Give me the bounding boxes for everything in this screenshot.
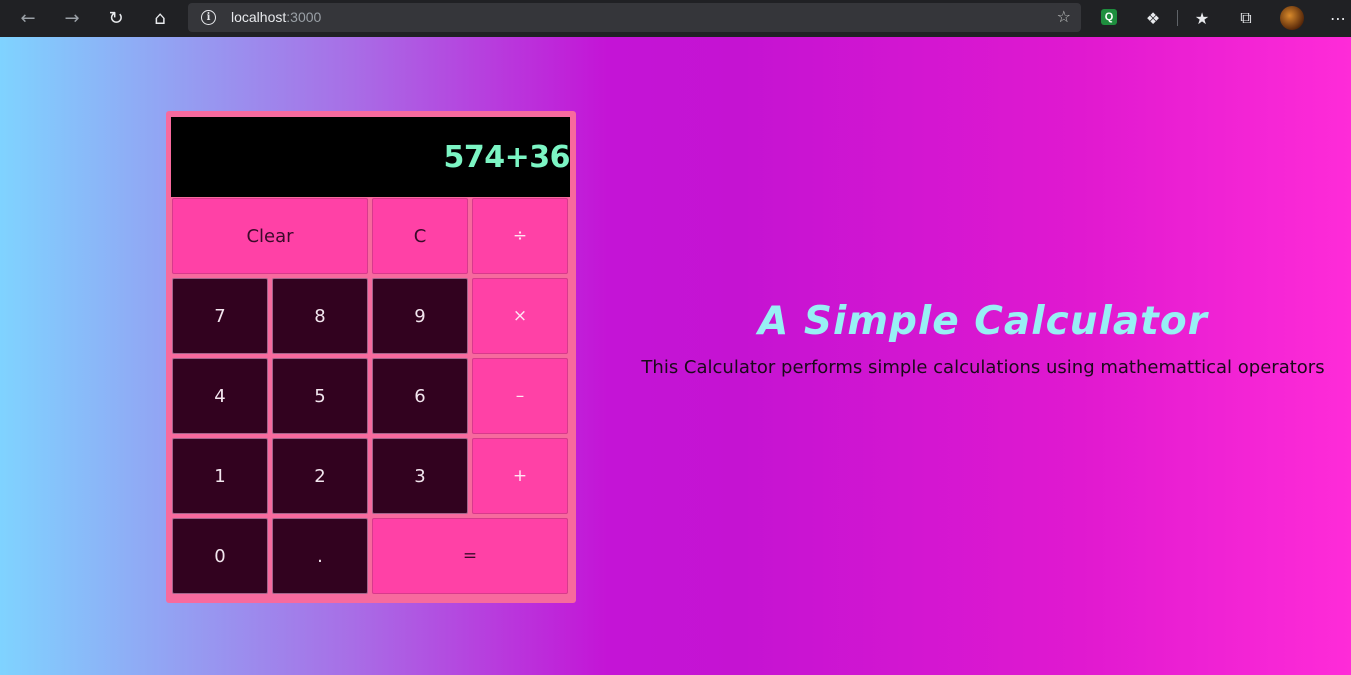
- extensions-icon[interactable]: ❖: [1142, 7, 1164, 29]
- c-button[interactable]: C: [372, 198, 468, 274]
- equals-button[interactable]: =: [372, 518, 568, 594]
- profile-avatar[interactable]: [1280, 6, 1304, 30]
- digit-3-button[interactable]: 3: [372, 438, 468, 514]
- calculator: 574+36 Clear C ÷ 7 8 9 × 4 5 6 – 1 2 3 +…: [166, 111, 576, 603]
- divide-button[interactable]: ÷: [472, 198, 568, 274]
- digit-2-button[interactable]: 2: [272, 438, 368, 514]
- calculator-display: 574+36: [171, 117, 570, 197]
- digit-1-button[interactable]: 1: [172, 438, 268, 514]
- favorite-add-icon[interactable]: ☆: [1057, 7, 1071, 26]
- minus-button[interactable]: –: [472, 358, 568, 434]
- digit-7-button[interactable]: 7: [172, 278, 268, 354]
- digit-5-button[interactable]: 5: [272, 358, 368, 434]
- url-text[interactable]: localhost:3000: [231, 9, 321, 25]
- digit-9-button[interactable]: 9: [372, 278, 468, 354]
- favorites-icon[interactable]: ★: [1191, 7, 1213, 29]
- collections-icon[interactable]: ⧉: [1235, 7, 1257, 29]
- page-title: A Simple Calculator: [758, 299, 1208, 344]
- digit-0-button[interactable]: 0: [172, 518, 268, 594]
- display-value: 574+36: [443, 140, 570, 175]
- multiply-button[interactable]: ×: [472, 278, 568, 354]
- info-icon[interactable]: i: [201, 10, 216, 25]
- browser-toolbar: ← → ↻ ⌂ i localhost:3000 ☆ Q ❖ ★ ⧉ ⋯: [0, 0, 1351, 37]
- digit-4-button[interactable]: 4: [172, 358, 268, 434]
- url-host: localhost: [231, 9, 287, 25]
- page-subtitle: This Calculator performs simple calculat…: [641, 357, 1325, 378]
- more-icon[interactable]: ⋯: [1327, 7, 1349, 29]
- page-background: 574+36 Clear C ÷ 7 8 9 × 4 5 6 – 1 2 3 +…: [0, 37, 1351, 675]
- forward-icon[interactable]: →: [61, 7, 83, 29]
- digit-8-button[interactable]: 8: [272, 278, 368, 354]
- address-bar[interactable]: i localhost:3000 ☆: [188, 3, 1081, 32]
- extension-q-icon[interactable]: Q: [1101, 9, 1117, 25]
- url-port: :3000: [286, 9, 322, 25]
- plus-button[interactable]: +: [472, 438, 568, 514]
- back-icon[interactable]: ←: [17, 7, 39, 29]
- decimal-button[interactable]: .: [272, 518, 368, 594]
- home-icon[interactable]: ⌂: [149, 7, 171, 29]
- toolbar-separator: [1177, 10, 1178, 26]
- reload-icon[interactable]: ↻: [105, 7, 127, 29]
- clear-button[interactable]: Clear: [172, 198, 368, 274]
- digit-6-button[interactable]: 6: [372, 358, 468, 434]
